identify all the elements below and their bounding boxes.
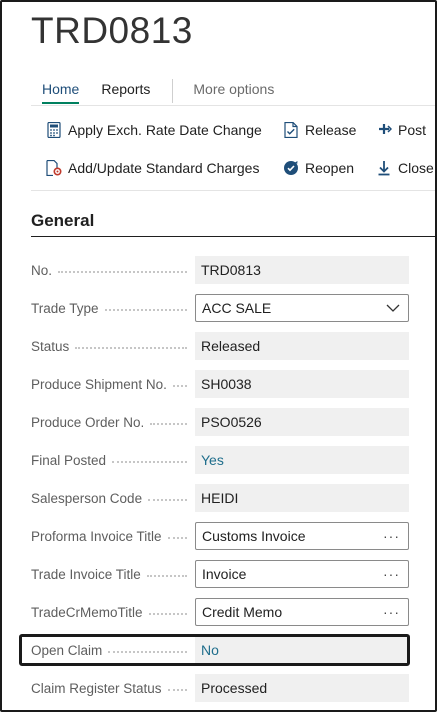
page-title: TRD0813 xyxy=(31,10,193,51)
download-arrow-icon xyxy=(376,160,392,176)
field-label-proforma-invoice-title: Proforma Invoice Title xyxy=(31,528,162,544)
field-row-status: Status Released xyxy=(31,332,409,360)
field-label-tradecrmemotitle: TradeCrMemoTitle xyxy=(31,604,143,620)
open-claim-highlight-box xyxy=(19,634,410,666)
trade-type-select[interactable]: ACC SALE xyxy=(195,294,409,322)
trade-invoice-title-value: Invoice xyxy=(202,566,247,582)
field-value-claim-register-status: Processed xyxy=(195,674,409,702)
proforma-invoice-title-value: Customs Invoice xyxy=(202,528,306,544)
field-value-no: TRD0813 xyxy=(195,256,409,284)
post-icon xyxy=(376,122,392,138)
action-tabs: Home Reports More options xyxy=(42,79,296,104)
post-button[interactable]: Post xyxy=(376,122,426,138)
field-label-produce-order-no: Produce Order No. xyxy=(31,414,145,430)
tab-reports[interactable]: Reports xyxy=(101,81,150,101)
trade-type-selected-value: ACC SALE xyxy=(202,300,272,316)
chevron-down-icon[interactable] xyxy=(386,295,400,321)
field-value-produce-order-no: PSO0526 xyxy=(195,408,409,436)
field-value-status: Released xyxy=(195,332,409,360)
field-value-produce-shipment-no: SH0038 xyxy=(195,370,409,398)
action-bar-divider xyxy=(31,190,435,191)
field-label-claim-register-status: Claim Register Status xyxy=(31,680,162,696)
assist-edit-button[interactable]: ··· xyxy=(383,523,400,549)
field-row-claim-register-status: Claim Register Status Processed xyxy=(31,674,409,702)
field-label-no: No. xyxy=(31,262,53,278)
add-update-standard-charges-button[interactable]: Add/Update Standard Charges xyxy=(46,160,259,176)
tab-more-options[interactable]: More options xyxy=(193,81,274,101)
document-check-icon xyxy=(283,122,299,138)
field-label-trade-invoice-title: Trade Invoice Title xyxy=(31,566,141,582)
release-label: Release xyxy=(305,122,357,138)
reopen-label: Reopen xyxy=(305,160,355,176)
reopen-button[interactable]: Reopen xyxy=(283,160,354,176)
field-row-produce-shipment-no: Produce Shipment No. SH0038 xyxy=(31,370,409,398)
field-row-trade-invoice-title: Trade Invoice Title Invoice ··· xyxy=(31,560,409,588)
close-button[interactable]: Close xyxy=(376,160,434,176)
assist-edit-button[interactable]: ··· xyxy=(383,561,400,587)
field-row-final-posted: Final Posted Yes xyxy=(31,446,409,474)
field-row-trade-type: Trade Type ACC SALE xyxy=(31,294,409,322)
apply-exch-rate-button[interactable]: Apply Exch. Rate Date Change xyxy=(46,122,262,138)
trade-invoice-title-input[interactable]: Invoice ··· xyxy=(195,560,409,588)
tradecrmemotitle-value: Credit Memo xyxy=(202,604,283,620)
tradecrmemotitle-input[interactable]: Credit Memo ··· xyxy=(195,598,409,626)
reopen-icon xyxy=(283,160,299,176)
field-row-proforma-invoice-title: Proforma Invoice Title Customs Invoice ·… xyxy=(31,522,409,550)
section-title-general: General xyxy=(31,211,95,230)
tab-divider xyxy=(172,79,174,103)
field-row-no: No. TRD0813 xyxy=(31,256,409,284)
tab-divider-line xyxy=(31,105,435,106)
field-label-final-posted: Final Posted xyxy=(31,452,107,468)
field-label-produce-shipment-no: Produce Shipment No. xyxy=(31,376,167,392)
field-value-salesperson-code: HEIDI xyxy=(195,484,409,512)
field-label-salesperson-code: Salesperson Code xyxy=(31,490,143,506)
post-label: Post xyxy=(398,122,427,138)
proforma-invoice-title-input[interactable]: Customs Invoice ··· xyxy=(195,522,409,550)
field-row-produce-order-no: Produce Order No. PSO0526 xyxy=(31,408,409,436)
assist-edit-button[interactable]: ··· xyxy=(383,599,400,625)
field-row-tradecrmemotitle: TradeCrMemoTitle Credit Memo ··· xyxy=(31,598,409,626)
apply-exch-rate-label: Apply Exch. Rate Date Change xyxy=(68,122,262,138)
section-divider xyxy=(31,236,435,237)
field-value-final-posted: Yes xyxy=(195,446,409,474)
field-label-trade-type: Trade Type xyxy=(31,300,99,316)
page-frame: TRD0813 Home Reports More options Apply … xyxy=(0,0,437,712)
calculator-icon xyxy=(46,122,62,138)
document-settings-icon xyxy=(46,160,62,176)
add-update-standard-charges-label: Add/Update Standard Charges xyxy=(68,160,260,176)
field-row-salesperson-code: Salesperson Code HEIDI xyxy=(31,484,409,512)
tab-home[interactable]: Home xyxy=(42,81,80,104)
close-label: Close xyxy=(398,160,434,176)
release-button[interactable]: Release xyxy=(283,122,356,138)
field-label-status: Status xyxy=(31,338,70,354)
